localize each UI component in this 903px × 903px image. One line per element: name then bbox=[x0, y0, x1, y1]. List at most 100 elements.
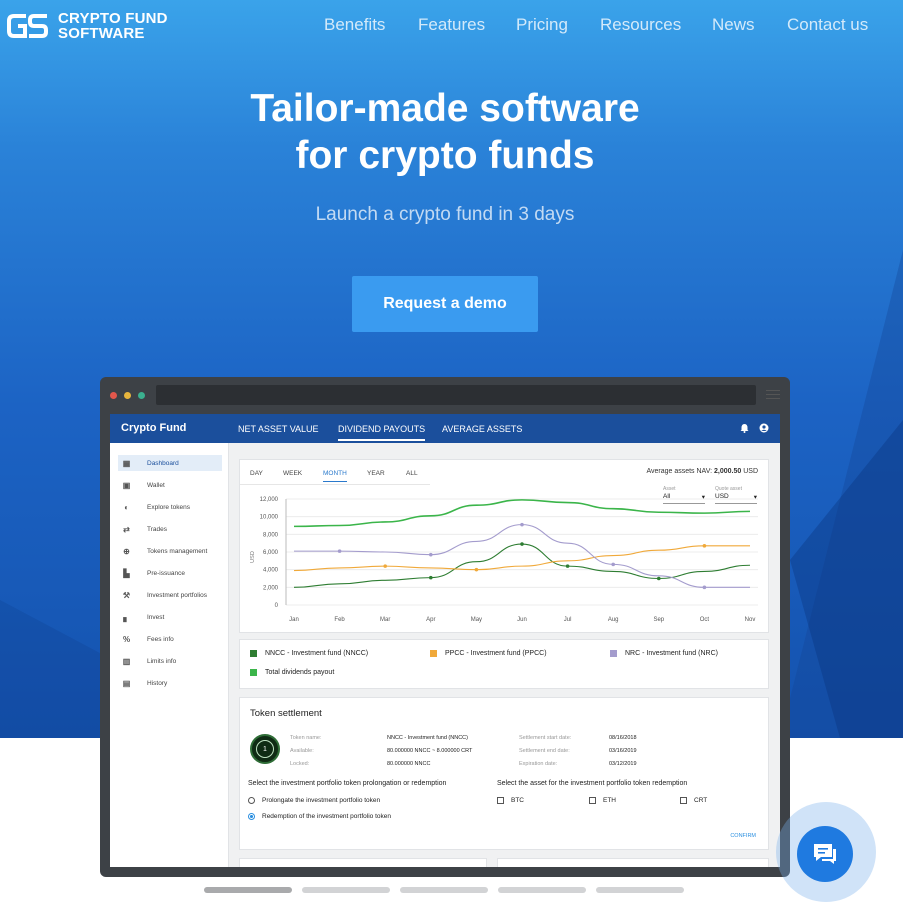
range-month[interactable]: MONTH bbox=[323, 470, 347, 482]
bell-icon[interactable] bbox=[740, 423, 749, 433]
range-day[interactable]: DAY bbox=[250, 470, 263, 477]
tab-dividend-payouts[interactable]: DIVIDEND PAYOUTS bbox=[338, 424, 426, 441]
range-week[interactable]: WEEK bbox=[283, 470, 302, 477]
radio-circle bbox=[248, 813, 255, 820]
request-demo-button[interactable]: Request a demo bbox=[352, 276, 538, 332]
data-point-3 bbox=[337, 549, 342, 553]
checkbox-box bbox=[589, 797, 596, 804]
chat-bubble-icon bbox=[814, 844, 836, 864]
token-badge-number: 1 bbox=[256, 740, 274, 758]
checkbox-btc[interactable]: BTC bbox=[497, 797, 524, 804]
average-nav-label: Average assets NAV: bbox=[646, 468, 713, 475]
carousel-indicator-1[interactable] bbox=[204, 887, 292, 893]
app-sidebar: ▦ Dashboard ▣ Wallet ◐ Explore tokens ⇄ Trad… bbox=[110, 443, 229, 867]
carousel-indicator-5[interactable] bbox=[596, 887, 684, 893]
nav-link-pricing[interactable]: Pricing bbox=[516, 15, 568, 35]
y-tick-label: 12,000 bbox=[260, 497, 279, 503]
x-tick-label: Oct bbox=[700, 617, 710, 623]
range-year[interactable]: YEAR bbox=[367, 470, 385, 477]
series-line-2 bbox=[293, 545, 750, 572]
legend-ppcc: PPCC - Investment fund (PPCC) bbox=[430, 650, 547, 657]
sidebar-item-trades[interactable]: ⇄ Trades bbox=[118, 521, 222, 537]
radio-prolongate[interactable]: Prolongate the investment portfolio toke… bbox=[248, 797, 380, 804]
tab-average-assets[interactable]: AVERAGE ASSETS bbox=[442, 424, 522, 434]
legend-label: PPCC - Investment fund (PPCC) bbox=[445, 650, 547, 657]
data-point-2 bbox=[702, 544, 707, 548]
legend-label: Total dividends payout bbox=[265, 669, 335, 676]
token-settlement-title: Token settlement bbox=[250, 708, 322, 719]
nav-link-contact[interactable]: Contact us bbox=[787, 15, 868, 35]
data-point-2 bbox=[474, 567, 479, 572]
nav-link-resources[interactable]: Resources bbox=[600, 15, 681, 35]
legend-swatch bbox=[250, 650, 257, 657]
browser-url-bar bbox=[156, 385, 756, 405]
tab-net-asset-value[interactable]: NET ASSET VALUE bbox=[238, 424, 319, 434]
nav-link-news[interactable]: News bbox=[712, 15, 755, 35]
window-maximize-dot bbox=[138, 392, 145, 399]
nav-link-features[interactable]: Features bbox=[418, 15, 485, 35]
hero-title: Tailor-made software for crypto funds bbox=[0, 85, 890, 179]
app-screen: Crypto Fund NET ASSET VALUE DIVIDEND PAY… bbox=[110, 414, 780, 867]
legend-label: NNCC - Investment fund (NNCC) bbox=[265, 650, 369, 657]
settlement-start-value: 08/16/2018 bbox=[609, 735, 637, 741]
expiration-value: 03/12/2019 bbox=[609, 761, 637, 767]
data-point-1 bbox=[520, 542, 524, 546]
y-tick-label: 2,000 bbox=[263, 585, 279, 591]
carousel-indicator-2[interactable] bbox=[302, 887, 390, 893]
bottom-card-right bbox=[497, 858, 769, 867]
checkbox-crt[interactable]: CRT bbox=[680, 797, 707, 804]
data-point-3 bbox=[611, 562, 615, 567]
legend-swatch bbox=[250, 669, 257, 676]
locked-value: 80.000000 NNCC bbox=[387, 761, 431, 767]
data-point-1 bbox=[657, 576, 661, 581]
sidebar-item-wallet[interactable]: ▣ Wallet bbox=[118, 477, 222, 493]
chat-button[interactable] bbox=[797, 826, 853, 882]
locked-key: Locked: bbox=[290, 761, 310, 767]
sidebar-item-label: Investment portfolios bbox=[147, 591, 207, 599]
hero-subtitle: Launch a crypto fund in 3 days bbox=[315, 204, 575, 225]
sidebar-item-history[interactable]: ▤ History bbox=[118, 675, 222, 691]
data-point-3 bbox=[520, 522, 524, 527]
sidebar-item-invest[interactable]: ▖ Invest bbox=[118, 609, 222, 625]
checkbox-eth[interactable]: ETH bbox=[589, 797, 616, 804]
hero-title-line2: for crypto funds bbox=[295, 134, 595, 177]
x-tick-label: May bbox=[471, 617, 482, 623]
available-value: 80.000000 NNCC ~ 8.000000 CRT bbox=[387, 748, 473, 754]
sidebar-item-pre-issuance[interactable]: ▙ Pre-issuance bbox=[118, 565, 222, 581]
toggle-icon: ◐ bbox=[124, 502, 129, 512]
history-icon: ▤ bbox=[122, 678, 131, 688]
sidebar-item-investment-portfolios[interactable]: ⚒ Investment portfolios bbox=[118, 587, 222, 603]
sidebar-item-label: Wallet bbox=[147, 481, 165, 489]
data-point-1 bbox=[565, 564, 570, 568]
average-nav-unit: USD bbox=[743, 468, 758, 475]
checkbox-label: ETH bbox=[603, 797, 616, 804]
signal-icon: ▖ bbox=[123, 612, 130, 622]
radio-circle bbox=[248, 797, 255, 804]
legend-nncc: NNCC - Investment fund (NNCC) bbox=[250, 650, 368, 657]
carousel-indicator-4[interactable] bbox=[498, 887, 586, 893]
sidebar-item-limits-info[interactable]: ▥ Limits info bbox=[118, 653, 222, 669]
range-all[interactable]: ALL bbox=[406, 470, 418, 477]
sidebar-item-tokens-management[interactable]: ⊕ Tokens management bbox=[118, 543, 222, 559]
token-badge: 1 bbox=[250, 734, 280, 764]
checkbox-label: BTC bbox=[511, 797, 524, 804]
x-tick-label: Aug bbox=[608, 617, 619, 623]
x-tick-label: Apr bbox=[426, 617, 435, 623]
account-icon[interactable] bbox=[759, 423, 769, 433]
settlement-end-value: 03/16/2019 bbox=[609, 748, 637, 754]
settlement-start-key: Settlement start date: bbox=[519, 735, 572, 741]
checkbox-box bbox=[497, 797, 504, 804]
data-point-1 bbox=[429, 575, 433, 580]
dashboard-icon: ▦ bbox=[122, 458, 131, 468]
radio-redemption[interactable]: Redemption of the investment portfolio t… bbox=[248, 813, 391, 820]
plus-circle-icon: ⊕ bbox=[123, 546, 130, 556]
sidebar-item-label: Limits info bbox=[147, 657, 177, 665]
sidebar-item-fees-info[interactable]: % Fees info bbox=[118, 631, 222, 647]
sidebar-item-explore-tokens[interactable]: ◐ Explore tokens bbox=[118, 499, 222, 515]
settlement-end-key: Settlement end date: bbox=[519, 748, 570, 754]
sidebar-item-dashboard[interactable]: ▦ Dashboard bbox=[118, 455, 222, 471]
nav-link-benefits[interactable]: Benefits bbox=[324, 15, 385, 35]
confirm-button[interactable]: CONFIRM bbox=[730, 833, 756, 839]
x-tick-label: Mar bbox=[380, 617, 390, 623]
carousel-indicator-3[interactable] bbox=[400, 887, 488, 893]
